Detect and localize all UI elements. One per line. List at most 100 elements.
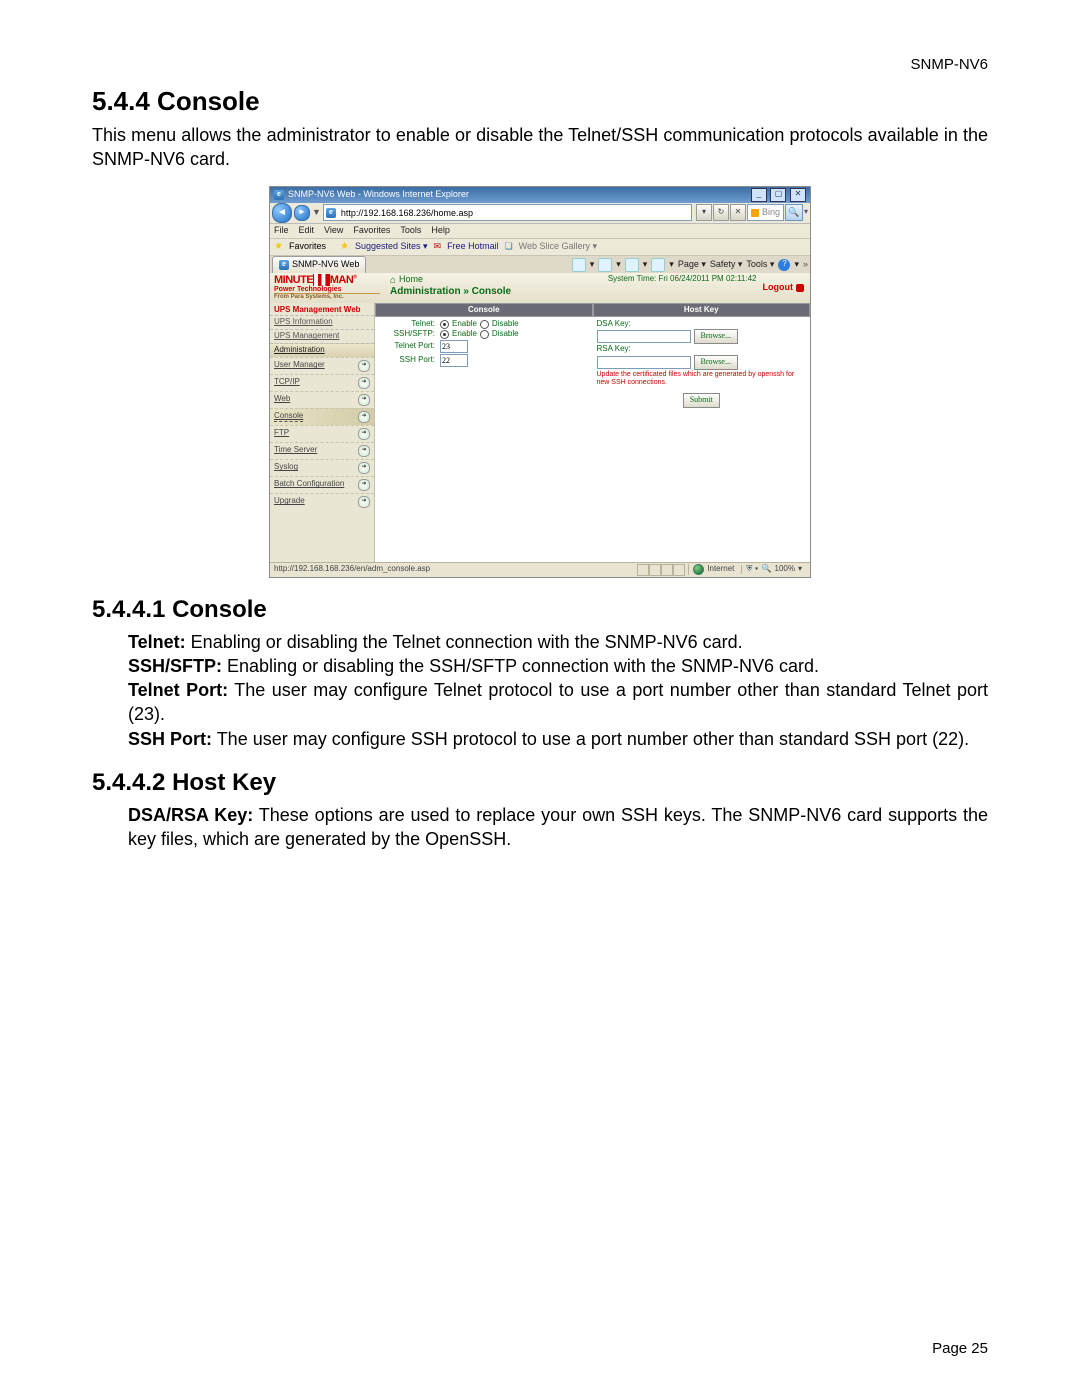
main-pane: Console Telnet: Enable Disable [375,303,810,563]
ssh-port-input[interactable] [440,354,468,367]
sidebar-item-syslog[interactable]: Syslog ➜ [270,459,374,476]
rsa-key-label: RSA Key: [597,345,631,354]
heading-5-4-4: 5.4.4 Console [92,86,988,117]
page-number: Page 25 [932,1340,988,1357]
favorites-bar: ★ Favorites ★ Suggested Sites ▾ ✉ Free H… [270,239,810,256]
brand-line1b: MAN [330,274,354,286]
fav-link-free-hotmail[interactable]: Free Hotmail [447,242,499,252]
sidebar-item-console[interactable]: Console➜ [270,408,374,425]
rsa-browse-button[interactable]: Browse... [694,355,738,370]
favorites-star-icon[interactable]: ★ [274,241,283,252]
sidebar-group-info[interactable]: UPS Information [270,315,374,329]
back-button[interactable]: ◄ [272,203,292,223]
sidebar-item-web[interactable]: Web ➜ [270,391,374,408]
logout-icon [796,284,804,292]
sidebar-item-label: Web [274,395,290,404]
sidebar-item-label: Time Server [274,446,317,455]
submit-button[interactable]: Submit [683,393,720,408]
cmd-safety[interactable]: Safety ▾ [710,260,743,270]
chevron-icon: ➜ [358,394,370,406]
ie-icon: e [274,190,284,200]
logout-link[interactable]: Logout [757,273,811,303]
telnet-port-input[interactable] [440,340,468,353]
mail-icon[interactable] [625,258,639,272]
search-box[interactable]: Bing [747,204,784,221]
breadcrumb-home-label: Home [399,275,423,285]
disable-label: Disable [492,320,519,329]
zoom-icon[interactable]: 🔍 [762,565,772,574]
status-zone: Internet [707,565,734,574]
sidebar-item-label: Console [274,412,303,422]
sidebar-item-label: Syslog [274,463,298,472]
search-go-icon[interactable]: 🔍 [785,204,803,221]
section-intro-text: This menu allows the administrator to en… [92,123,988,172]
cmd-tools[interactable]: Tools ▾ [746,260,774,270]
browser-tab[interactable]: e SNMP-NV6 Web [272,256,366,273]
chevron-icon: ➜ [358,462,370,474]
telnet-port-label: Telnet Port: [379,342,437,351]
sidebar-item-time-server[interactable]: Time Server➜ [270,442,374,459]
help-icon[interactable]: ? [778,259,790,271]
brand-line2: Power Technologies [274,286,380,294]
window-maximize-icon[interactable]: ▢ [770,188,786,202]
menu-file[interactable]: File [274,226,289,236]
status-zoom: 100% [775,565,795,574]
dsa-browse-button[interactable]: Browse... [694,329,738,344]
stop-icon[interactable]: ✕ [730,204,746,221]
cmd-page[interactable]: Page ▾ [678,260,706,270]
dsa-key-label: DSA Key: [597,320,631,329]
sidebar-item-tcpip[interactable]: TCP/IP➜ [270,374,374,391]
breadcrumb-home[interactable]: ⌂Home [390,275,602,286]
telnet-enable-radio[interactable] [440,320,449,329]
brand-logo: MINUTE▌▌MAN® Power Technologies From Par… [270,273,384,303]
doc-header-model: SNMP-NV6 [910,56,988,73]
sidebar-item-batch-config[interactable]: Batch Configuration➜ [270,476,374,493]
window-minimize-icon[interactable]: _ [751,188,767,202]
sidebar-item-label: Upgrade [274,497,305,506]
internet-zone-icon [693,564,704,575]
ssh-enable-radio[interactable] [440,330,449,339]
sidebar-item-label: FTP [274,429,289,438]
tab-site-icon: e [279,260,289,270]
chevron-icon: ➜ [358,428,370,440]
panel-hostkey-title: Host Key [593,303,811,317]
address-bar[interactable]: e [323,204,692,221]
protected-mode-icon[interactable]: ⛨ ▾ [746,565,758,574]
ssh-disable-radio[interactable] [480,330,489,339]
menu-edit[interactable]: Edit [299,226,315,236]
sidebar-group-admin[interactable]: Administration [270,343,374,357]
sidebar-item-user-manager[interactable]: User Manager➜ [270,357,374,374]
fav-link-web-slice[interactable]: Web Slice Gallery ▾ [519,242,597,252]
home-icon[interactable] [572,258,586,272]
heading-5-4-4-1: 5.4.4.1 Console [92,596,988,624]
sidebar-group-mgmt[interactable]: UPS Management [270,329,374,343]
refresh-icon[interactable]: ↻ [713,204,729,221]
ssh-sftp-label: SSH/SFTP: [379,330,437,339]
search-engine-label: Bing [762,208,780,218]
fav-link-suggested-sites[interactable]: Suggested Sites ▾ [355,242,428,252]
print-icon[interactable] [651,258,665,272]
sidebar-item-upgrade[interactable]: Upgrade➜ [270,493,374,510]
window-title-text: SNMP-NV6 Web - Windows Internet Explorer [288,190,469,200]
rsa-key-input[interactable] [597,356,691,369]
feeds-icon[interactable] [598,258,612,272]
logout-label: Logout [763,283,794,293]
panel-console: Console Telnet: Enable Disable [375,303,593,414]
sidebar-item-label: User Manager [274,361,325,370]
brand-line3: From Para Systems, Inc. [274,294,380,300]
menu-tools[interactable]: Tools [400,226,421,236]
menu-view[interactable]: View [324,226,343,236]
forward-button[interactable]: ► [294,205,310,221]
disable-label: Disable [492,330,519,339]
window-close-icon[interactable]: ✕ [790,188,806,202]
menu-help[interactable]: Help [431,226,450,236]
url-input[interactable] [339,207,689,219]
dsa-key-input[interactable] [597,330,691,343]
definitions-hostkey: DSA/RSA Key: These options are used to r… [128,803,988,852]
chevron-icon: ➜ [358,377,370,389]
addr-dropdown-icon[interactable]: ▾ [696,204,712,221]
sidebar-item-ftp[interactable]: FTP ➜ [270,425,374,442]
status-url: http://192.168.168.236/en/adm_console.as… [274,565,430,574]
telnet-disable-radio[interactable] [480,320,489,329]
menu-favorites[interactable]: Favorites [353,226,390,236]
